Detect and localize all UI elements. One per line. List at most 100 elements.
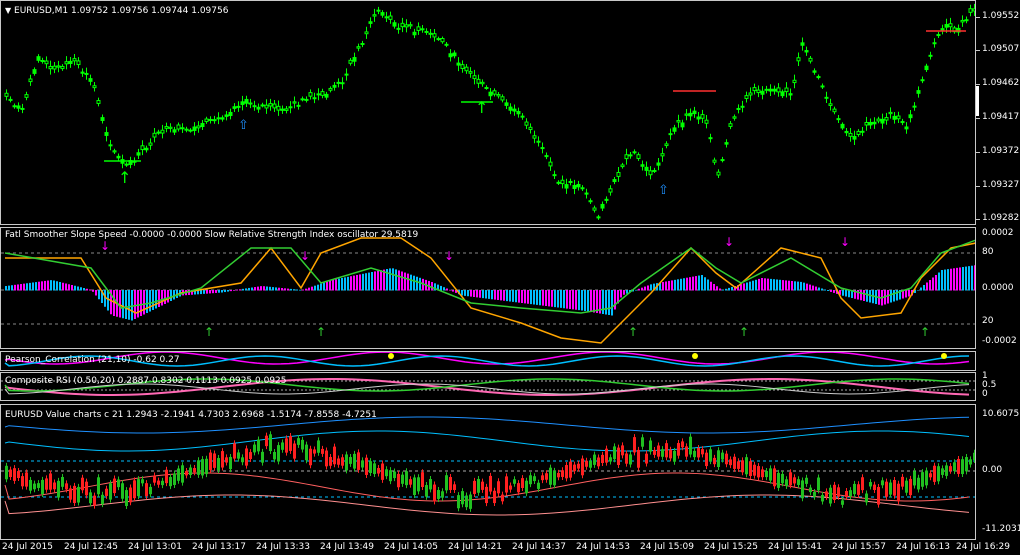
candle-body: [672, 127, 677, 132]
histogram-bar: [728, 287, 730, 291]
histogram-bar: [62, 282, 64, 291]
histogram-bar: [536, 290, 538, 305]
histogram-bar: [689, 277, 691, 291]
histogram-bar: [323, 282, 325, 291]
candle-body: [948, 23, 953, 28]
value-candle-body: [273, 451, 276, 460]
candle-body: [144, 147, 149, 151]
histogram-bar: [209, 290, 211, 294]
value-candle-body: [465, 495, 468, 508]
histogram-bar: [722, 289, 724, 291]
candle-body: [444, 43, 449, 46]
histogram-bar: [17, 284, 19, 291]
value-candle-body: [25, 472, 28, 487]
histogram-bar: [59, 282, 61, 291]
histogram-bar: [74, 285, 76, 291]
value-candle-body: [189, 467, 192, 475]
value-candle-body: [757, 466, 760, 478]
histogram-bar: [305, 288, 307, 291]
candle-body: [424, 30, 429, 33]
histogram-bar: [299, 289, 301, 291]
value-candle-body: [209, 452, 212, 470]
value-candle-body: [833, 484, 836, 500]
histogram-bar: [518, 290, 520, 303]
value-candle-body: [721, 452, 724, 460]
candle-body: [176, 124, 181, 130]
fatl-rsi-pane[interactable]: ↓ ↓ ↓ ↓ ↓ ↑ ↑ ↑ ↑ ↑ Fatl Smoother Slope Speed -0.…: [0, 227, 976, 349]
value-candle-body: [665, 443, 668, 458]
histogram-bar: [401, 271, 403, 291]
histogram-bar: [809, 284, 811, 291]
value-candle-body: [789, 472, 792, 486]
axis-tick: 0.0002: [982, 228, 1014, 238]
candle-body: [288, 106, 293, 109]
candle-body: [272, 103, 277, 109]
candle-body: [592, 207, 597, 211]
value-candle-body: [569, 461, 572, 478]
histogram-bar: [965, 266, 967, 291]
histogram-bar: [650, 284, 652, 291]
candle-body: [160, 129, 165, 134]
histogram-bar: [803, 282, 805, 291]
value-candle-body: [837, 487, 840, 497]
candle-body: [16, 105, 21, 109]
value-candle-body: [749, 461, 752, 477]
value-candle-body: [629, 454, 632, 465]
histogram-bar: [164, 290, 166, 304]
value-candle-body: [637, 449, 640, 468]
histogram-bar: [554, 290, 556, 308]
value-candle-body: [361, 460, 364, 468]
value-candle-body: [809, 487, 812, 493]
histogram-bar: [512, 290, 514, 302]
value-candle-body: [197, 460, 200, 475]
candle-body: [628, 154, 633, 157]
value-candle-body: [513, 479, 516, 484]
candle-body: [944, 24, 949, 28]
value-candle-body: [509, 485, 512, 490]
axis-tick: -11.2031: [982, 524, 1020, 534]
histogram-bar: [287, 288, 289, 291]
histogram-bar: [893, 290, 895, 302]
value-candle-body: [9, 469, 12, 478]
candle-body: [56, 65, 61, 68]
value-candle-body: [849, 490, 852, 497]
value-candle-body: [269, 434, 272, 452]
dropdown-triangle-icon[interactable]: ▼: [5, 6, 11, 15]
histogram-bar: [497, 290, 499, 300]
candle-body: [80, 71, 85, 74]
candle-body: [200, 122, 205, 128]
histogram-bar: [335, 279, 337, 291]
histogram-bar: [641, 287, 643, 291]
value-candle-body: [953, 462, 956, 472]
histogram-bar: [374, 271, 376, 291]
candle-body: [644, 166, 649, 171]
buy-arrow-icon: ⇧: [658, 183, 669, 198]
candle-body: [416, 26, 421, 31]
value-candle-body: [97, 477, 100, 495]
value-candle-body: [201, 459, 204, 476]
histogram-bar: [491, 290, 493, 300]
histogram-bar: [821, 288, 823, 291]
value-candle-body: [829, 487, 832, 504]
value-charts-pane[interactable]: EURUSD Value charts c 21 1.2943 -2.1941 …: [0, 404, 976, 540]
composite-rsi-pane[interactable]: Composite RSI (0.50,20) 0.2887 0.8302 0.…: [0, 372, 976, 401]
main-chart-pane[interactable]: ↑ ↑ ⇧ ⇧ ▼ EURUSD,M1 1.09752 1.09756 1.09744…: [0, 0, 976, 225]
time-label: 24 Jul 14:37: [512, 542, 566, 552]
histogram-bar: [215, 290, 217, 293]
histogram-bar: [926, 282, 928, 291]
candle-body: [404, 24, 409, 28]
value-candle-body: [341, 457, 344, 466]
value-candle-body: [389, 470, 392, 482]
time-label: 24 Jul 14:21: [448, 542, 502, 552]
axis-tick: 80: [982, 247, 994, 257]
histogram-bar: [587, 290, 589, 312]
pearson-pane[interactable]: Pearson_Correlation (21,10) -0.62 0.27: [0, 351, 976, 371]
value-candle-body: [229, 456, 232, 470]
histogram-bar: [785, 280, 787, 291]
value-candle-body: [353, 453, 356, 469]
candle-body: [300, 98, 305, 101]
histogram-bar: [125, 290, 127, 319]
value-candle-body: [77, 486, 80, 503]
value-candle-body: [109, 483, 112, 500]
histogram-bar: [365, 273, 367, 291]
